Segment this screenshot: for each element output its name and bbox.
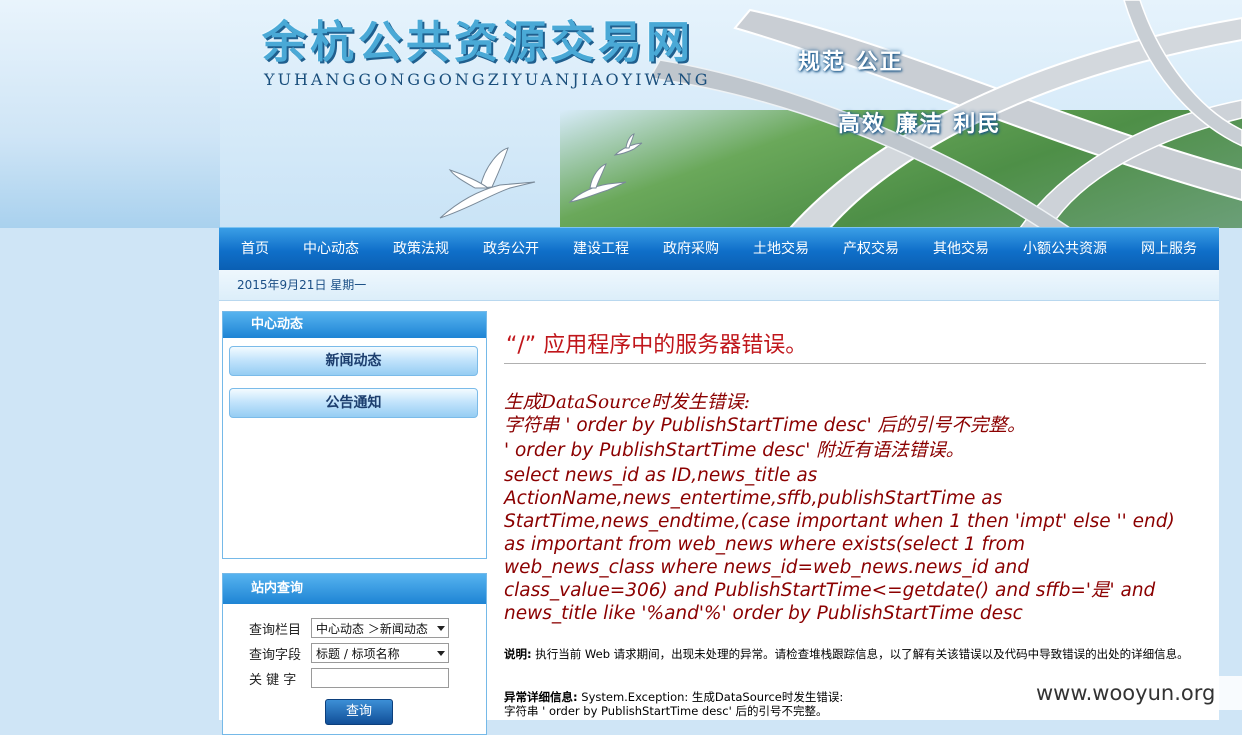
chevron-down-icon [437,626,445,631]
error-line: select news_id as ID,news_title as [504,465,818,486]
field-select-value: 标题 / 标项名称 [316,647,400,661]
keyword-input[interactable] [311,668,449,688]
current-date: 2015年9月21日 星期一 [237,278,367,292]
description-text: 执行当前 Web 请求期间，出现未处理的异常。请检查堆栈跟踪信息，以了解有关该错… [531,647,1189,661]
error-line: ActionName,news_entertime,sffb,publishSt… [504,488,1003,509]
nav-item-procurement[interactable]: 政府采购 [663,228,719,270]
keyword-label: 关 键 字 [249,673,297,688]
sidebar-item-notices[interactable]: 公告通知 [229,388,478,418]
nav-item-policy[interactable]: 政策法规 [393,228,449,270]
site-title: 余杭公共资源交易网 [262,17,694,68]
nav-item-online-service[interactable]: 网上服务 [1141,228,1197,270]
title-divider [504,363,1206,364]
column-select-value: 中心动态 ＞新闻动态 [316,622,428,636]
slogan-line-1: 规范 公正 [798,50,904,75]
error-line: StartTime,news_endtime,(case important w… [504,511,1175,532]
error-line: as important from web_news where exists(… [504,534,1026,555]
nav-item-gov-affairs[interactable]: 政务公开 [483,228,539,270]
error-title: “/” 应用程序中的服务器错误。 [506,333,808,358]
date-bar: 2015年9月21日 星期一 [219,270,1219,301]
error-message: 生成DataSource时发生错误: 字符串 ' order by Publis… [504,391,1214,625]
column-select[interactable]: 中心动态 ＞新闻动态 [311,618,449,638]
watermark: www.wooyun.org [1028,676,1242,710]
error-line: 字符串 ' order by PublishStartTime desc' 后的… [504,415,1026,436]
error-description: 说明: 执行当前 Web 请求期间，出现未处理的异常。请检查堆栈跟踪信息，以了解… [504,647,1209,661]
center-news-box: 中心动态 新闻动态 公告通知 [222,311,487,559]
site-pinyin: YUHANGGONGGONGZIYUANJIAOYIWANG [264,70,711,89]
nav-item-other[interactable]: 其他交易 [933,228,989,270]
nav-item-construction[interactable]: 建设工程 [573,228,629,270]
site-search-heading: 站内查询 [223,574,486,604]
nav-item-land[interactable]: 土地交易 [753,228,809,270]
exception-label: 异常详细信息: [504,690,578,704]
error-line: news_title like '%and'%' order by Publis… [504,603,1023,624]
slogan-line-2: 高效 廉洁 利民 [838,112,1002,137]
nav-item-center-news[interactable]: 中心动态 [303,228,359,270]
center-news-heading: 中心动态 [223,312,486,338]
sidebar-item-news[interactable]: 新闻动态 [229,346,478,376]
main-nav: 首页 中心动态 政策法规 政务公开 建设工程 政府采购 土地交易 产权交易 其他… [219,227,1219,270]
search-button[interactable]: 查询 [325,699,393,725]
error-line: class_value=306) and PublishStartTime<=g… [504,580,1156,601]
nav-item-small-resources[interactable]: 小额公共资源 [1023,228,1107,270]
site-banner: 余杭公共资源交易网 YUHANGGONGGONGZIYUANJIAOYIWANG… [0,0,1242,228]
exception-text: System.Exception: 生成DataSource时发生错误: [577,690,844,704]
cranes-image [439,133,643,219]
content-panel: 中心动态 新闻动态 公告通知 站内查询 查询栏目 中心动态 ＞新闻动态 查询字段… [219,301,1219,735]
error-line: ' order by PublishStartTime desc' 附近有语法错… [504,440,965,461]
nav-item-property[interactable]: 产权交易 [843,228,899,270]
chevron-down-icon [437,651,445,656]
column-label: 查询栏目 [249,623,302,638]
error-line: 生成DataSource时发生错误: [504,392,750,413]
description-label: 说明: [504,647,532,661]
field-select[interactable]: 标题 / 标项名称 [311,643,449,663]
nav-item-home[interactable]: 首页 [241,228,269,270]
field-label: 查询字段 [249,648,302,663]
error-line: web_news_class where news_id=web_news.ne… [504,557,1030,578]
